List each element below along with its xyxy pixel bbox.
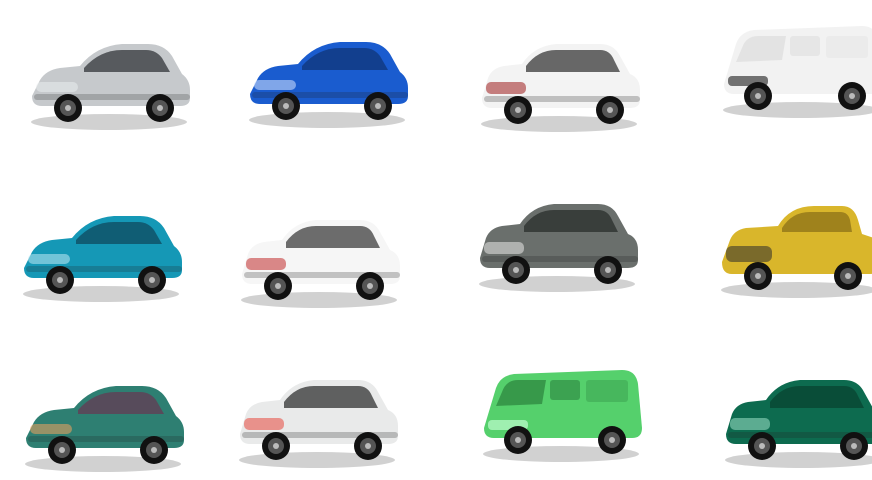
car-image: [14, 18, 204, 138]
car-image: [466, 350, 656, 470]
car-image: [6, 190, 196, 310]
car-image: [8, 360, 198, 480]
car-svg: [23, 216, 182, 302]
car-svg: [31, 44, 190, 130]
car-image: [462, 180, 652, 300]
car-svg: [483, 370, 642, 462]
car-svg: [479, 204, 638, 292]
car-svg: [241, 220, 400, 308]
car-svg: [239, 380, 398, 468]
car-svg: [721, 206, 872, 298]
car-image: [222, 356, 412, 476]
car-image: [464, 20, 654, 140]
car-image: [224, 196, 414, 316]
car-svg: [481, 44, 640, 132]
car-image: [706, 6, 872, 126]
car-image: [704, 186, 872, 306]
car-svg: [249, 42, 408, 128]
car-svg: [25, 386, 184, 472]
car-svg: [723, 26, 872, 118]
car-image: [708, 356, 872, 476]
car-image-gallery: [0, 0, 872, 472]
car-svg: [725, 380, 872, 468]
car-image: [232, 16, 422, 136]
